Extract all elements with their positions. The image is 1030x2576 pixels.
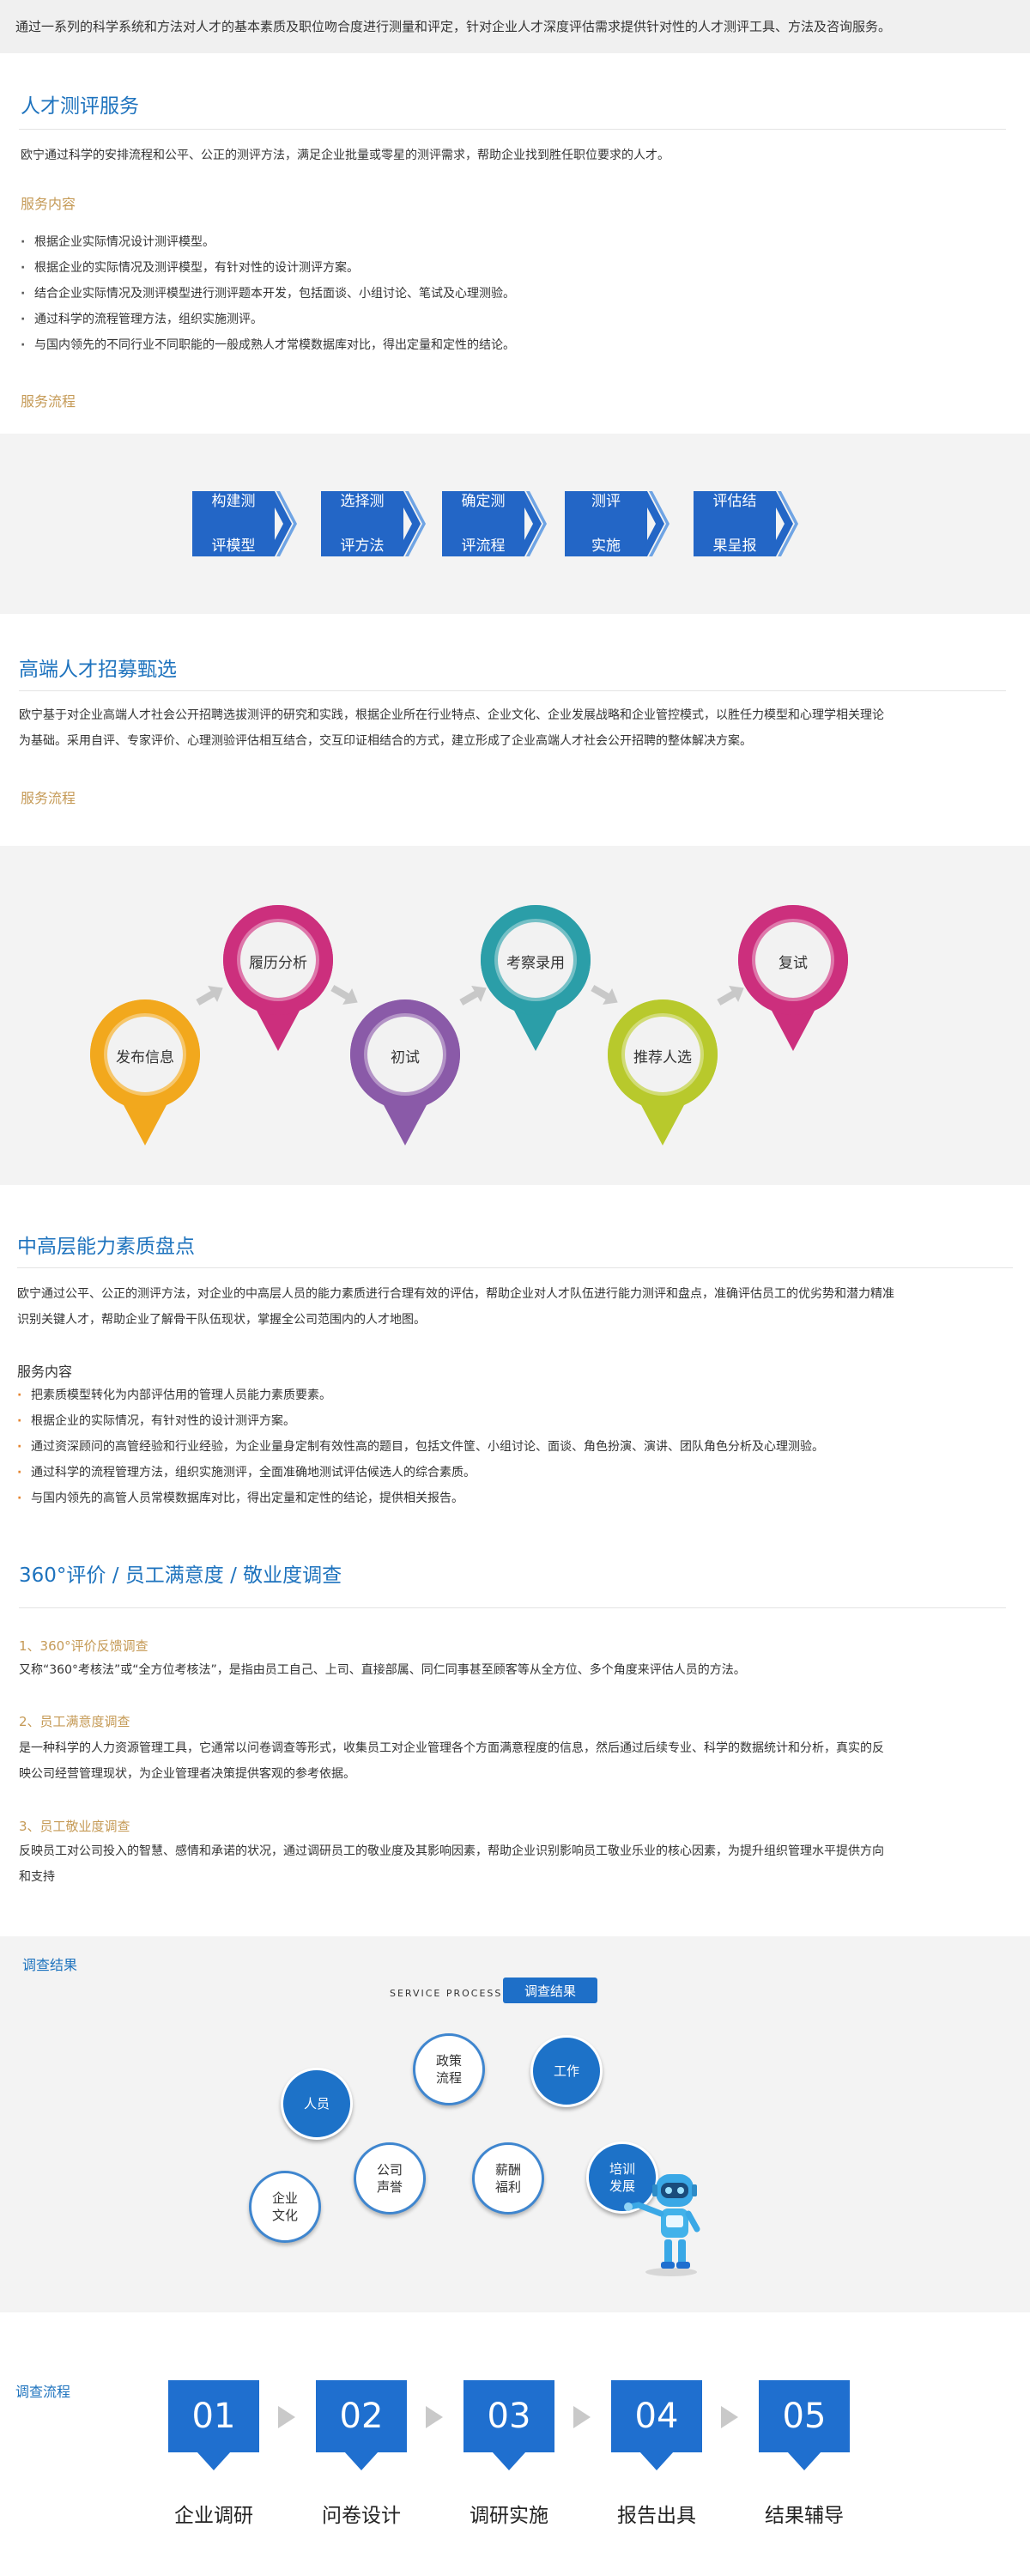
factor-circle-work: 工作 bbox=[530, 2035, 603, 2107]
process-pin: 履历分析 bbox=[219, 903, 337, 1054]
satisfaction-heading: 2、员工满意度调查 bbox=[19, 1714, 130, 1729]
flow-step-label: 报告出具 bbox=[617, 2505, 696, 2527]
list-item: 把素质模型转化为内部评估用的管理人员能力素质要素。 bbox=[15, 1382, 824, 1408]
process-pin: 复试 bbox=[734, 903, 852, 1054]
process-step: 构建测 评模型 bbox=[192, 491, 297, 556]
play-arrow-icon bbox=[573, 2406, 591, 2428]
recruitment-description-line1: 欧宁基于对企业高端人才社会公开招聘选拔测评的研究和实践，根据企业所在行业特点、企… bbox=[19, 708, 884, 722]
factor-circle-reputation: 公司 声誉 bbox=[354, 2142, 426, 2215]
assessment-service-list: 根据企业实际情况设计测评模型。 根据企业的实际情况及测评模型，有针对性的设计测评… bbox=[19, 229, 515, 358]
capability-content-heading: 服务内容 bbox=[17, 1364, 73, 1380]
survey-360-heading: 1、360°评价反馈调查 bbox=[19, 1638, 148, 1654]
capability-description-line1: 欧宁通过公平、公正的测评方法，对企业的中高层人员的能力素质进行合理有效的评估，帮… bbox=[17, 1287, 894, 1301]
flow-step-number: 05 bbox=[759, 2380, 850, 2470]
recruitment-process-heading: 服务流程 bbox=[21, 790, 76, 806]
process-pin: 初试 bbox=[346, 998, 464, 1148]
list-item: 通过资深顾问的高管经验和行业经验，为企业量身定制有效性高的题目，包括文件筐、小组… bbox=[15, 1434, 824, 1460]
chevron-right-icon bbox=[639, 491, 670, 556]
survey-results-heading: 调查结果 bbox=[22, 1957, 78, 1973]
satisfaction-description-line2: 映公司经营管理现状，为企业管理者决策提供客观的参考依据。 bbox=[19, 1767, 355, 1781]
intro-text: 通过一系列的科学系统和方法对人才的基本素质及职位吻合度进行测量和评定，针对企业人… bbox=[15, 19, 892, 34]
factor-circle-culture: 企业 文化 bbox=[249, 2171, 321, 2243]
divider bbox=[17, 1267, 1013, 1268]
recruitment-description-line2: 为基础。采用自评、专家评价、心理测验评估相互结合，交互印证相结合的方式，建立形成… bbox=[19, 734, 752, 748]
divider bbox=[19, 1607, 1006, 1608]
process-step: 评估结 果呈报 bbox=[694, 491, 798, 556]
flow-step-number: 03 bbox=[464, 2380, 554, 2470]
process-step: 选择测 评方法 bbox=[321, 491, 426, 556]
play-arrow-icon bbox=[278, 2406, 295, 2428]
list-item: 根据企业的实际情况，有针对性的设计测评方案。 bbox=[15, 1408, 824, 1434]
list-item: 与国内领先的高管人员常模数据库对比，得出定量和定性的结论，提供相关报告。 bbox=[15, 1485, 824, 1511]
survey-results-badge: 调查结果 bbox=[503, 1978, 597, 2003]
flow-step-label: 企业调研 bbox=[174, 2505, 253, 2527]
robot-icon bbox=[624, 2174, 700, 2276]
process-pin: 推荐人选 bbox=[603, 998, 722, 1148]
survey-360-description: 又称“360°考核法”或“全方位考核法”，是指由员工自己、上司、直接部属、同仁同… bbox=[19, 1663, 746, 1677]
service-content-heading: 服务内容 bbox=[21, 196, 76, 212]
process-step: 测评 实施 bbox=[565, 491, 670, 556]
divider bbox=[19, 129, 1006, 130]
engagement-description-line2: 和支持 bbox=[19, 1870, 55, 1884]
capability-description-line2: 识别关键人才，帮助企业了解骨干队伍现状，掌握全公司范围内的人才地图。 bbox=[17, 1313, 426, 1327]
chevron-right-icon bbox=[266, 491, 297, 556]
factor-circle-compensation: 薪酬 福利 bbox=[472, 2142, 544, 2215]
flow-step-label: 调研实施 bbox=[470, 2505, 548, 2527]
list-item: 与国内领先的不同行业不同职能的一般成熟人才常模数据库对比，得出定量和定性的结论。 bbox=[19, 332, 515, 358]
factor-circle-policy: 政策 流程 bbox=[413, 2033, 485, 2105]
process-step: 确定测 评流程 bbox=[442, 491, 547, 556]
flow-step-label: 问卷设计 bbox=[322, 2505, 401, 2527]
flow-step-label: 结果辅导 bbox=[765, 2505, 844, 2527]
section-title-assessment: 人才测评服务 bbox=[21, 95, 139, 118]
chevron-right-icon bbox=[767, 491, 798, 556]
play-arrow-icon bbox=[721, 2406, 738, 2428]
flow-step-number: 02 bbox=[316, 2380, 407, 2470]
section-title-recruitment: 高端人才招募甄选 bbox=[19, 659, 177, 681]
service-process-heading: 服务流程 bbox=[21, 393, 76, 410]
satisfaction-description-line1: 是一种科学的人力资源管理工具，它通常以问卷调查等形式，收集员工对企业管理各个方面… bbox=[19, 1741, 884, 1755]
list-item: 根据企业的实际情况及测评模型，有针对性的设计测评方案。 bbox=[19, 255, 515, 281]
divider bbox=[19, 690, 1006, 691]
survey-flow-heading: 调查流程 bbox=[15, 2384, 71, 2400]
assessment-description: 欧宁通过科学的安排流程和公平、公正的测评方法，满足企业批量或零星的测评需求，帮助… bbox=[21, 149, 670, 162]
list-item: 通过科学的流程管理方法，组织实施测评，全面准确地测试评估候选人的综合素质。 bbox=[15, 1460, 824, 1485]
service-process-caption: SERVICE PROCESS bbox=[390, 1988, 503, 1999]
list-item: 结合企业实际情况及测评模型进行测评题本开发，包括面谈、小组讨论、笔试及心理测验。 bbox=[19, 281, 515, 307]
intro-banner: 通过一系列的科学系统和方法对人才的基本素质及职位吻合度进行测量和评定，针对企业人… bbox=[0, 0, 1030, 53]
process-pin: 考察录用 bbox=[476, 903, 595, 1054]
engagement-heading: 3、员工敬业度调查 bbox=[19, 1819, 130, 1834]
section-title-survey: 360°评价 / 员工满意度 / 敬业度调查 bbox=[19, 1564, 342, 1587]
flow-step-number: 04 bbox=[611, 2380, 702, 2470]
list-item: 根据企业实际情况设计测评模型。 bbox=[19, 229, 515, 255]
flow-step-number: 01 bbox=[168, 2380, 259, 2470]
section-title-capability: 中高层能力素质盘点 bbox=[17, 1236, 195, 1258]
factor-circle-personnel: 人员 bbox=[281, 2068, 353, 2140]
capability-service-list: 把素质模型转化为内部评估用的管理人员能力素质要素。 根据企业的实际情况，有针对性… bbox=[15, 1382, 824, 1511]
play-arrow-icon bbox=[426, 2406, 443, 2428]
chevron-right-icon bbox=[516, 491, 547, 556]
list-item: 通过科学的流程管理方法，组织实施测评。 bbox=[19, 307, 515, 332]
engagement-description-line1: 反映员工对公司投入的智慧、感情和承诺的状况，通过调研员工的敬业度及其影响因素，帮… bbox=[19, 1844, 884, 1858]
process-pin: 发布信息 bbox=[86, 998, 204, 1148]
chevron-right-icon bbox=[395, 491, 426, 556]
